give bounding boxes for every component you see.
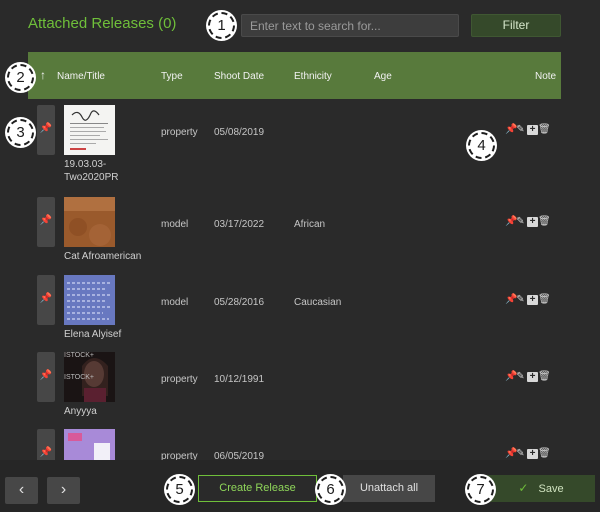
edit-pencil-icon[interactable]: ✎ (516, 371, 527, 382)
column-name-title[interactable]: Name/Title (57, 71, 105, 82)
add-icon[interactable]: + (527, 125, 538, 135)
save-button[interactable]: ✓ Save (487, 475, 595, 502)
trash-icon[interactable]: 🗑 (538, 216, 551, 227)
release-ethnicity: Caucasian (294, 297, 342, 308)
row-actions: 📌✎ + 🗑 (505, 216, 551, 227)
callout-marker-1: 1 (208, 12, 235, 39)
release-type: property (161, 127, 198, 138)
add-icon[interactable]: + (527, 217, 538, 227)
pin-icon[interactable]: 📌 (37, 197, 55, 247)
table-row: 📌 property 06/05/2019 📌✎ + 🗑 (0, 424, 600, 460)
column-age[interactable]: Age (374, 71, 392, 82)
trash-icon[interactable]: 🗑 (538, 294, 551, 305)
release-name: Cat Afroamerican (64, 251, 142, 262)
filter-button[interactable]: Filter (471, 14, 561, 37)
release-shoot-date: 06/05/2019 (214, 451, 265, 460)
release-type: model (161, 297, 189, 308)
attached-releases-title: Attached Releases (0) (28, 15, 177, 32)
column-note[interactable]: Note (535, 71, 556, 82)
release-shoot-date: 05/28/2016 (214, 297, 265, 308)
pin-icon[interactable]: 📌 (505, 216, 517, 227)
row-actions: 📌✎ + 🗑 (505, 294, 551, 305)
callout-marker-3: 3 (7, 119, 34, 146)
search-input[interactable] (241, 14, 459, 37)
column-type[interactable]: Type (161, 71, 183, 82)
release-type: property (161, 451, 198, 460)
pin-icon[interactable]: 📌 (505, 448, 517, 459)
column-shoot-date[interactable]: Shoot Date (214, 71, 264, 82)
footer-toolbar: ‹ › Create Release Unattach all ✓ Save (0, 460, 600, 512)
row-actions: 📌✎ + 🗑 (505, 448, 551, 459)
release-thumbnail[interactable] (64, 429, 115, 460)
next-page-button[interactable]: › (47, 477, 80, 504)
edit-pencil-icon[interactable]: ✎ (516, 448, 527, 459)
check-icon: ✓ (518, 481, 529, 495)
table-row: 📌 19.03.03-Two2020PR property 05/08/2019… (0, 100, 600, 183)
table-row: 📌 ISTOCK+ ISTOCK+ Anyyya property 10/12/… (0, 347, 600, 424)
sort-arrow-icon[interactable]: ↑ (40, 68, 46, 82)
edit-pencil-icon[interactable]: ✎ (516, 294, 527, 305)
add-icon[interactable]: + (527, 295, 538, 305)
table-header: ↑ Name/Title Type Shoot Date Ethnicity A… (28, 52, 561, 99)
release-list: 📌 19.03.03-Two2020PR property 05/08/2019… (0, 100, 600, 460)
edit-pencil-icon[interactable]: ✎ (516, 216, 527, 227)
trash-icon[interactable]: 🗑 (538, 371, 551, 382)
callout-marker-2: 2 (7, 64, 34, 91)
release-thumbnail[interactable]: ISTOCK+ ISTOCK+ (64, 352, 115, 402)
release-thumbnail[interactable] (64, 197, 115, 247)
unattach-all-button[interactable]: Unattach all (343, 475, 435, 502)
pin-icon[interactable]: 📌 (37, 275, 55, 325)
save-label: Save (538, 483, 564, 495)
callout-marker-6: 6 (317, 476, 344, 503)
release-name: 19.03.03-Two2020PR (64, 159, 119, 183)
thumbnail-watermark: ISTOCK+ (64, 352, 95, 359)
release-ethnicity: African (294, 219, 326, 230)
release-name: Elena Alyisef (64, 329, 122, 340)
add-icon[interactable]: + (527, 449, 538, 459)
row-actions: 📌✎ + 🗑 (505, 124, 551, 135)
callout-marker-7: 7 (467, 476, 494, 503)
release-shoot-date: 10/12/1991 (214, 374, 265, 385)
callout-marker-4: 4 (468, 132, 495, 159)
table-row: 📌 Elena Alyisef model 05/28/2016 Caucasi… (0, 270, 600, 347)
pin-icon[interactable]: 📌 (505, 124, 517, 135)
row-actions: 📌✎ + 🗑 (505, 371, 551, 382)
pin-icon[interactable]: 📌 (505, 371, 517, 382)
column-ethnicity[interactable]: Ethnicity (294, 71, 332, 82)
create-release-button[interactable]: Create Release (198, 475, 317, 502)
trash-icon[interactable]: 🗑 (538, 448, 551, 459)
previous-page-button[interactable]: ‹ (5, 477, 38, 504)
release-shoot-date: 05/08/2019 (214, 127, 265, 138)
pin-icon[interactable]: 📌 (37, 105, 55, 155)
pin-icon[interactable]: 📌 (37, 429, 55, 460)
thumbnail-watermark: ISTOCK+ (64, 374, 95, 381)
callout-marker-5: 5 (166, 476, 193, 503)
trash-icon[interactable]: 🗑 (538, 124, 551, 135)
table-row: 📌 Cat Afroamerican model 03/17/2022 Afri… (0, 192, 600, 269)
edit-pencil-icon[interactable]: ✎ (516, 124, 527, 135)
release-thumbnail[interactable] (64, 105, 115, 155)
add-icon[interactable]: + (527, 372, 538, 382)
release-name: Anyyya (64, 406, 97, 417)
release-shoot-date: 03/17/2022 (214, 219, 265, 230)
pin-icon[interactable]: 📌 (37, 352, 55, 402)
release-thumbnail[interactable] (64, 275, 115, 325)
release-type: property (161, 374, 198, 385)
release-type: model (161, 219, 189, 230)
pin-icon[interactable]: 📌 (505, 294, 517, 305)
